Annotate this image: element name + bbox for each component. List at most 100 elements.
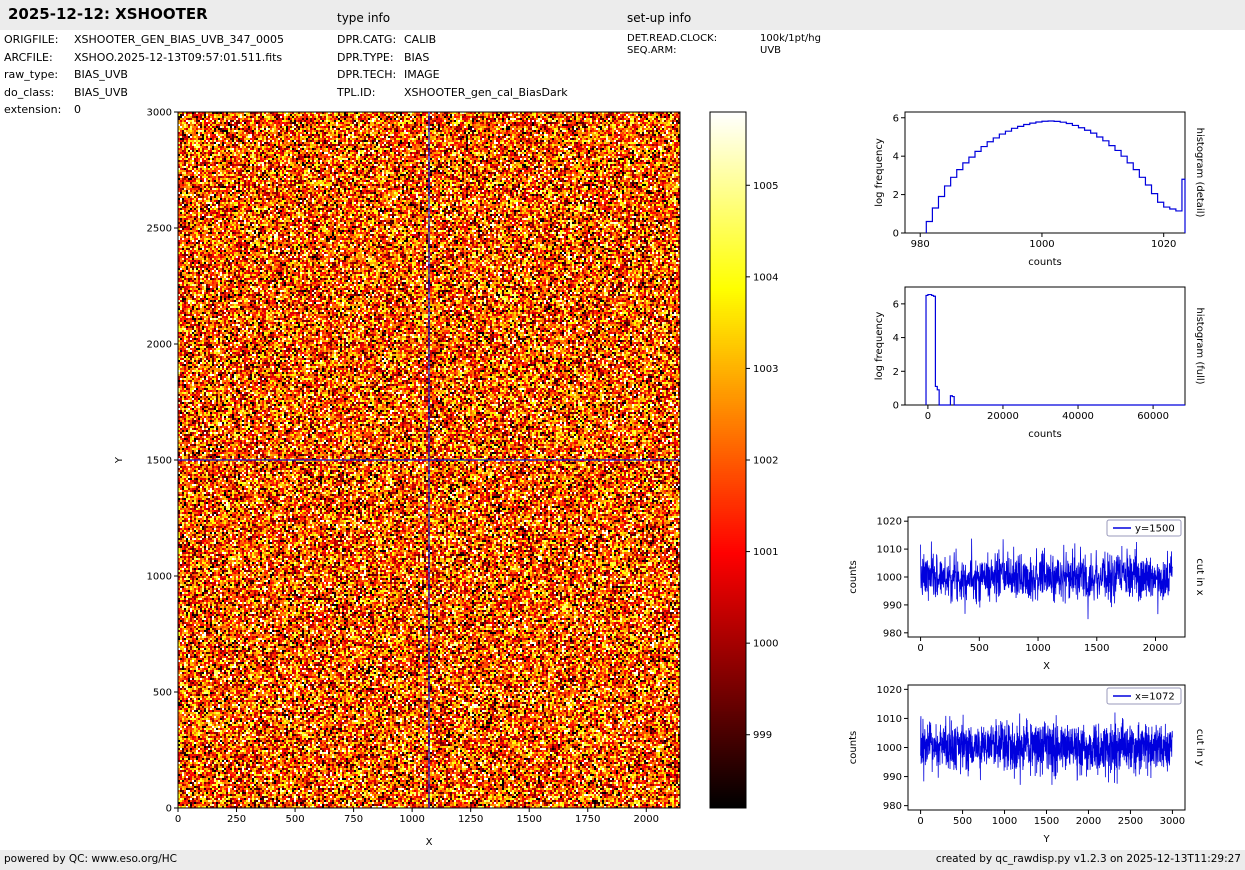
x-tick-label: 1500 <box>516 814 541 825</box>
x-tick-label: 500 <box>953 816 972 827</box>
y-tick-label: 0 <box>893 401 899 412</box>
footer-left-text: powered by QC: www.eso.org/HC <box>4 853 177 865</box>
colorbar-tick-label: 1002 <box>753 456 778 467</box>
x-tick-label: 20000 <box>987 411 1019 422</box>
x-tick-label: 0 <box>917 816 923 827</box>
x-tick-label: 1000 <box>1025 643 1050 654</box>
y-tick-label: 980 <box>883 628 902 639</box>
info-value: 0 <box>74 103 81 121</box>
legend-label: y=1500 <box>1135 524 1175 535</box>
y-tick-label: 6 <box>893 113 899 124</box>
x-tick-label: 1000 <box>399 814 424 825</box>
cut-line <box>921 712 1173 784</box>
y-tick-label: 1000 <box>877 743 902 754</box>
x-tick-label: 0 <box>175 814 181 825</box>
y-tick-label: 0 <box>166 804 172 815</box>
y-axis-label: log frequency <box>874 138 885 207</box>
setup-info-heading: set-up info <box>627 11 691 25</box>
plot-frame <box>908 517 1185 637</box>
y-tick-label: 1000 <box>877 573 902 584</box>
type-info-block: DPR.CATG: CALIB DPR.TYPE: BIAS DPR.TECH:… <box>337 33 568 103</box>
x-axis-label: counts <box>1028 257 1061 268</box>
info-value: XSHOO.2025-12-13T09:57:01.511.fits <box>74 51 282 69</box>
x-tick-label: 1750 <box>575 814 600 825</box>
histogram-line <box>926 121 1185 233</box>
right-axis-label: cut in y <box>1194 729 1205 766</box>
cut-line <box>921 539 1173 619</box>
info-value: UVB <box>760 45 781 57</box>
y-tick-label: 4 <box>893 333 899 344</box>
x-tick-label: 980 <box>911 239 930 250</box>
x-axis-label: X <box>1043 661 1050 672</box>
info-value: 100k/1pt/hg <box>760 33 821 45</box>
histogram-full-plot: 02000040000600000246countslog frequencyh… <box>874 287 1205 440</box>
x-tick-label: 500 <box>286 814 305 825</box>
y-axis-label: counts <box>848 560 859 593</box>
info-value: XSHOOTER_GEN_BIAS_UVB_347_0005 <box>74 33 284 51</box>
info-row-dprtype: DPR.TYPE: BIAS <box>337 51 568 69</box>
type-info-heading: type info <box>337 11 390 25</box>
qc-report-page: 2025-12-12: XSHOOTER type info set-up in… <box>0 0 1245 870</box>
y-tick-label: 1020 <box>877 517 902 528</box>
y-tick-label: 0 <box>893 229 899 240</box>
info-value: IMAGE <box>404 68 440 86</box>
info-value: XSHOOTER_gen_cal_BiasDark <box>404 86 568 104</box>
y-tick-label: 980 <box>883 801 902 812</box>
histogram-line <box>926 295 1185 405</box>
info-label: DPR.TECH: <box>337 68 404 86</box>
right-axis-label: histogram (detail) <box>1194 128 1205 218</box>
y-tick-label: 2 <box>893 190 899 201</box>
y-tick-label: 500 <box>153 688 172 699</box>
info-label: DET.READ.CLOCK: <box>627 33 760 45</box>
y-axis-label: log frequency <box>874 312 885 381</box>
colorbar-tick-label: 1001 <box>753 547 778 558</box>
y-tick-label: 990 <box>883 772 902 783</box>
x-tick-label: 1000 <box>992 816 1017 827</box>
info-row-origfile: ORIGFILE: XSHOOTER_GEN_BIAS_UVB_347_0005 <box>4 33 284 51</box>
x-tick-label: 60000 <box>1137 411 1169 422</box>
legend-box <box>1107 688 1181 704</box>
x-tick-label: 1500 <box>1034 816 1059 827</box>
x-tick-label: 3000 <box>1160 816 1185 827</box>
colorbar-tick-label: 999 <box>753 730 772 741</box>
info-label: DPR.TYPE: <box>337 51 404 69</box>
cut-in-x-plot: 0500100015002000980990100010101020Xcount… <box>848 517 1205 672</box>
info-row-dprcatg: DPR.CATG: CALIB <box>337 33 568 51</box>
legend-label: x=1072 <box>1135 692 1175 703</box>
colorbar-tick-label: 1004 <box>753 272 778 283</box>
info-row-tplid: TPL.ID: XSHOOTER_gen_cal_BiasDark <box>337 86 568 104</box>
setup-info-block: DET.READ.CLOCK: 100k/1pt/hg SEQ.ARM: UVB <box>627 33 821 57</box>
x-tick-label: 0 <box>917 643 923 654</box>
x-tick-label: 1500 <box>1084 643 1109 654</box>
histogram-detail-plot: 980100010200246countslog frequencyhistog… <box>874 112 1205 268</box>
plot-frame <box>905 287 1185 405</box>
plot-frame <box>908 685 1185 810</box>
x-axis-label: X <box>426 837 433 848</box>
colorbar-tick-label: 1005 <box>753 181 778 192</box>
info-label: ORIGFILE: <box>4 33 74 51</box>
info-row-readclock: DET.READ.CLOCK: 100k/1pt/hg <box>627 33 821 45</box>
colorbar-tick-label: 1003 <box>753 364 778 375</box>
x-tick-label: 2500 <box>1118 816 1143 827</box>
info-value: BIAS <box>404 51 429 69</box>
info-label: DPR.CATG: <box>337 33 404 51</box>
y-tick-label: 2 <box>893 367 899 378</box>
y-tick-label: 2000 <box>147 340 172 351</box>
right-axis-label: cut in x <box>1194 558 1205 595</box>
footer-right-text: created by qc_rawdisp.py v1.2.3 on 2025-… <box>936 853 1241 865</box>
x-tick-label: 0 <box>925 411 931 422</box>
info-row-dprtech: DPR.TECH: IMAGE <box>337 68 568 86</box>
info-label: TPL.ID: <box>337 86 404 104</box>
y-tick-label: 990 <box>883 600 902 611</box>
x-tick-label: 40000 <box>1062 411 1094 422</box>
y-axis-label: Y <box>114 456 125 464</box>
page-title: 2025-12-12: XSHOOTER <box>8 5 208 23</box>
x-axis-label: counts <box>1028 429 1061 440</box>
info-label: ARCFILE: <box>4 51 74 69</box>
info-row-arcfile: ARCFILE: XSHOO.2025-12-13T09:57:01.511.f… <box>4 51 284 69</box>
footer-bar: powered by QC: www.eso.org/HC created by… <box>0 850 1245 870</box>
info-row-doclass: do_class: BIAS_UVB <box>4 86 284 104</box>
info-label: SEQ.ARM: <box>627 45 760 57</box>
y-axis-label: counts <box>848 731 859 764</box>
legend-box <box>1107 520 1181 536</box>
